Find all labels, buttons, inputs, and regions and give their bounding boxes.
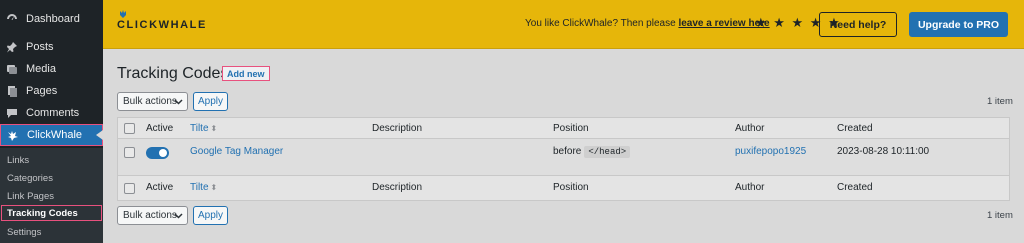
column-footer-title-label: Tilte [190, 182, 209, 193]
sidebar-item-clickwhale[interactable]: ClickWhale [0, 124, 103, 146]
table-footer-row: Active Tilte ⬍ Description Position Autho… [118, 176, 1009, 200]
row-position-prefix: before [553, 146, 582, 157]
row-position-code: </head> [584, 146, 631, 158]
logo-text: CLICKWHALE [117, 19, 207, 31]
admin-sidebar: Dashboard Posts Media Pages Comments Cli… [0, 0, 103, 243]
sidebar-item-label: Media [26, 63, 56, 75]
column-header-created: Created [837, 123, 873, 134]
apply-button-bottom[interactable]: Apply [193, 206, 228, 225]
sidebar-item-media[interactable]: Media [0, 58, 103, 80]
row-position: before </head> [553, 146, 631, 158]
bulk-actions-label: Bulk actions [123, 96, 177, 107]
media-icon [6, 63, 18, 75]
sidebar-item-label: Posts [26, 41, 54, 53]
column-footer-title[interactable]: Tilte ⬍ [190, 182, 217, 193]
sidebar-item-dashboard[interactable]: Dashboard [0, 8, 103, 30]
clickwhale-logo: CLICKWHALE [117, 9, 207, 35]
upgrade-pro-button[interactable]: Upgrade to PRO [909, 12, 1008, 37]
sort-icon: ⬍ [210, 124, 218, 133]
submenu-item-link-pages[interactable]: Link Pages [7, 191, 54, 202]
review-prompt: You like ClickWhale? Then please leave a… [525, 18, 770, 29]
sidebar-item-posts[interactable]: Posts [0, 36, 103, 58]
whale-logo-icon [120, 10, 126, 18]
row-author-link[interactable]: puxifepopo1925 [735, 146, 806, 157]
submenu-item-settings[interactable]: Settings [7, 227, 41, 238]
column-footer-created: Created [837, 182, 873, 193]
sidebar-item-label: ClickWhale [27, 129, 83, 141]
pages-icon [6, 85, 18, 97]
dashboard-icon [6, 13, 18, 25]
table-header-row: Active Tilte ⬍ Description Position Autho… [118, 118, 1009, 139]
column-header-author: Author [735, 123, 765, 134]
column-header-title-label: Tilte [190, 123, 209, 134]
column-header-active: Active [146, 123, 174, 134]
bulk-actions-select-bottom[interactable]: Bulk actions [117, 206, 188, 225]
column-header-description: Description [372, 123, 423, 134]
bulk-actions-label: Bulk actions [123, 210, 177, 221]
submenu-item-categories[interactable]: Categories [7, 173, 53, 184]
column-footer-author: Author [735, 182, 765, 193]
item-count: 1 item [987, 96, 1013, 107]
row-created: 2023-08-28 10:11:00 [837, 146, 930, 157]
select-all-checkbox-footer[interactable] [124, 183, 135, 194]
sidebar-item-label: Comments [26, 107, 80, 119]
page-title: Tracking Codes [117, 65, 229, 82]
whale-icon [7, 129, 19, 141]
plugin-header: CLICKWHALE You like ClickWhale? Then ple… [103, 0, 1024, 49]
need-help-button[interactable]: Need help? [819, 12, 897, 37]
apply-button[interactable]: Apply [193, 92, 228, 111]
column-header-position: Position [553, 123, 589, 134]
chevron-down-icon [174, 213, 183, 219]
pin-icon [6, 41, 18, 53]
sort-icon: ⬍ [210, 183, 218, 192]
tracking-codes-table: Active Tilte ⬍ Description Position Autho… [117, 117, 1010, 201]
select-all-checkbox[interactable] [124, 123, 135, 134]
bulk-actions-select[interactable]: Bulk actions [117, 92, 188, 111]
column-footer-description: Description [372, 182, 423, 193]
column-footer-active: Active [146, 182, 174, 193]
add-new-button[interactable]: Add new [222, 66, 270, 81]
column-header-title[interactable]: Tilte ⬍ [190, 123, 217, 134]
submenu-item-label: Tracking Codes [7, 207, 78, 219]
sidebar-item-label: Pages [26, 85, 58, 97]
item-count-bottom: 1 item [987, 210, 1013, 221]
sidebar-item-comments[interactable]: Comments [0, 102, 103, 124]
table-row: Google Tag Manager before </head> puxifep… [118, 139, 1009, 176]
active-toggle[interactable] [146, 147, 169, 159]
comment-icon [6, 107, 18, 119]
row-title-link[interactable]: Google Tag Manager [190, 146, 283, 157]
row-checkbox[interactable] [124, 147, 135, 158]
submenu-item-tracking-codes[interactable]: Tracking Codes [1, 205, 102, 221]
column-footer-position: Position [553, 182, 589, 193]
review-prefix: You like ClickWhale? Then please [525, 18, 676, 29]
sidebar-item-label: Dashboard [26, 13, 80, 25]
sidebar-item-pages[interactable]: Pages [0, 80, 103, 102]
submenu-item-links[interactable]: Links [7, 155, 29, 166]
chevron-down-icon [174, 99, 183, 105]
